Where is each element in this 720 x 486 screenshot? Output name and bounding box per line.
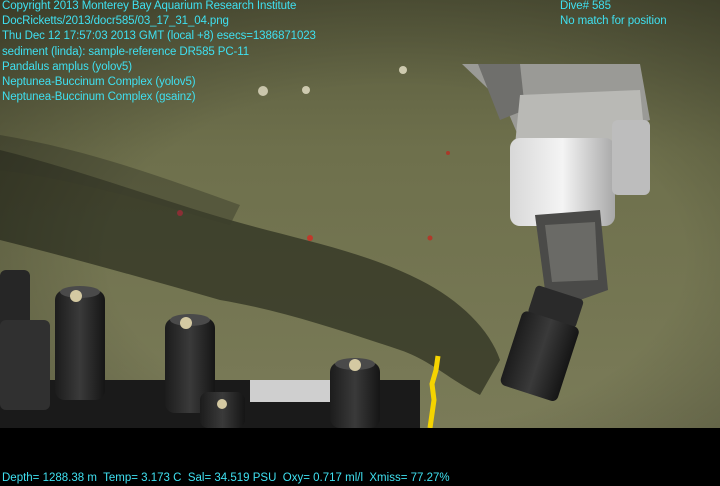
salinity-readout: Sal= 34.519 PSU bbox=[187, 472, 277, 484]
position-status: No match for position bbox=[560, 15, 667, 28]
oxygen-readout: Oxy= 0.717 ml/l bbox=[282, 472, 363, 484]
video-frame: Copyright 2013 Monterey Bay Aquarium Res… bbox=[0, 0, 720, 486]
annotation-line: Neptunea-Buccinum Complex (gsainz) bbox=[2, 91, 196, 104]
annotation-line: Pandalus amplus (yolov5) bbox=[2, 60, 132, 73]
depth-readout: Depth= 1288.38 m bbox=[2, 472, 97, 484]
dive-number: Dive# 585 bbox=[560, 0, 611, 12]
push-core bbox=[330, 358, 380, 428]
timestamp-line: Thu Dec 12 17:57:03 2013 GMT (local +8) … bbox=[2, 30, 316, 43]
annotation-line: sediment (linda): sample-reference DR585… bbox=[2, 45, 250, 58]
xmiss-readout: Xmiss= 77.27% bbox=[369, 472, 450, 484]
push-core bbox=[55, 286, 105, 400]
dive-info: Dive# 585 No match for position bbox=[560, 0, 667, 29]
push-core bbox=[200, 392, 245, 428]
temp-readout: Temp= 3.173 C bbox=[103, 472, 182, 484]
annotation-overlay: Copyright 2013 Monterey Bay Aquarium Res… bbox=[2, 0, 316, 105]
copyright-line: Copyright 2013 Monterey Bay Aquarium Res… bbox=[2, 0, 297, 12]
annotation-line: Neptunea-Buccinum Complex (yolov5) bbox=[2, 76, 196, 89]
telemetry-bar: Depth= 1288.38 m Temp= 3.173 C Sal= 34.5… bbox=[2, 471, 450, 486]
image-path-line: DocRicketts/2013/docr585/03_17_31_04.png bbox=[2, 15, 229, 28]
